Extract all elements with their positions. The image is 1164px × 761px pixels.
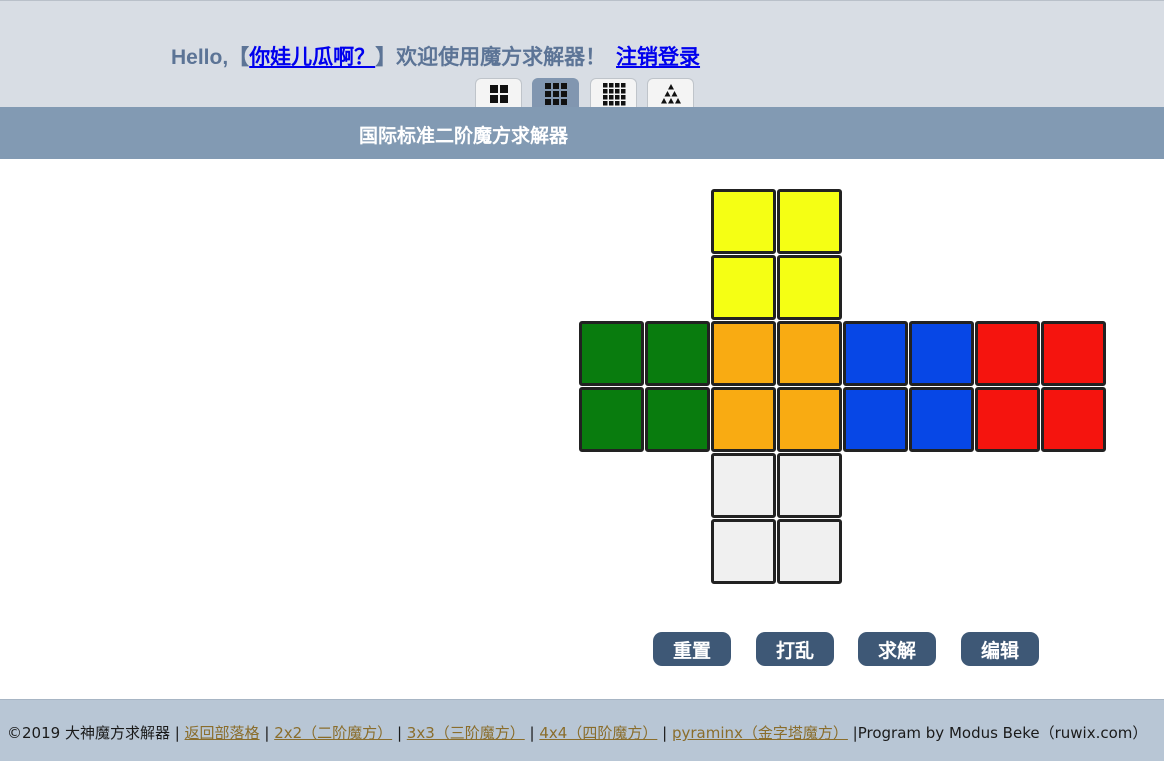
- greeting-line: Hello,【你娃儿瓜啊？】欢迎使用魔方求解器！ 注销登录: [171, 41, 700, 75]
- sticker-right-1[interactable]: [843, 321, 908, 386]
- sticker-back-3[interactable]: [975, 387, 1040, 452]
- grid-2x2-icon: [489, 84, 509, 104]
- top-header: Hello,【你娃儿瓜啊？】欢迎使用魔方求解器！ 注销登录: [0, 0, 1164, 108]
- sticker-right-2[interactable]: [909, 321, 974, 386]
- reset-button[interactable]: 重置: [653, 632, 731, 666]
- sticker-down-1[interactable]: [711, 453, 776, 518]
- sticker-front-3[interactable]: [711, 387, 776, 452]
- footer-separator: |: [264, 724, 270, 742]
- sticker-left-1[interactable]: [579, 321, 644, 386]
- sticker-back-1[interactable]: [975, 321, 1040, 386]
- sticker-front-2[interactable]: [777, 321, 842, 386]
- edit-button[interactable]: 编辑: [961, 632, 1039, 666]
- grid-3x3-icon: [544, 82, 568, 106]
- footer-separator: |: [662, 724, 668, 742]
- grid-4x4-icon: [602, 82, 626, 106]
- sticker-front-4[interactable]: [777, 387, 842, 452]
- sticker-down-4[interactable]: [777, 519, 842, 584]
- credit-text: |Program by Modus Beke（ruwix.com）: [852, 724, 1148, 742]
- sticker-left-4[interactable]: [645, 387, 710, 452]
- tab-2x2[interactable]: [475, 78, 522, 108]
- footer-link-pyraminx[interactable]: pyraminx（金字塔魔方）: [672, 724, 848, 742]
- footer: ©2019 大神魔方求解器 | 返回部落格 | 2x2（二阶魔方） | 3x3（…: [0, 699, 1164, 761]
- title-bar: 国际标准二阶魔方求解器: [0, 107, 1164, 159]
- tab-3x3[interactable]: [532, 78, 579, 108]
- tab-4x4[interactable]: [590, 78, 637, 108]
- sticker-back-2[interactable]: [1041, 321, 1106, 386]
- footer-link-4x4[interactable]: 4x4（四阶魔方）: [539, 724, 657, 742]
- logout-link[interactable]: 注销登录: [616, 46, 700, 69]
- greeting-suffix: 】欢迎使用魔方求解器！: [375, 46, 607, 69]
- solve-button[interactable]: 求解: [858, 632, 936, 666]
- footer-link-3x3[interactable]: 3x3（三阶魔方）: [407, 724, 525, 742]
- footer-link-2x2[interactable]: 2x2（二阶魔方）: [274, 724, 392, 742]
- sticker-up-2[interactable]: [777, 189, 842, 254]
- sticker-down-2[interactable]: [777, 453, 842, 518]
- footer-line: ©2019 大神魔方求解器 | 返回部落格 | 2x2（二阶魔方） | 3x3（…: [7, 722, 1147, 743]
- sticker-left-3[interactable]: [579, 387, 644, 452]
- scramble-button[interactable]: 打乱: [756, 632, 834, 666]
- copyright-text: ©2019 大神魔方求解器 |: [7, 724, 180, 742]
- sticker-up-4[interactable]: [777, 255, 842, 320]
- sticker-right-4[interactable]: [909, 387, 974, 452]
- sticker-down-3[interactable]: [711, 519, 776, 584]
- sticker-back-4[interactable]: [1041, 387, 1106, 452]
- tab-pyraminx[interactable]: [647, 78, 694, 108]
- greeting-prefix: Hello,【: [171, 46, 250, 69]
- sticker-right-3[interactable]: [843, 387, 908, 452]
- footer-separator: |: [396, 724, 402, 742]
- sticker-front-1[interactable]: [711, 321, 776, 386]
- footer-link-blog[interactable]: 返回部落格: [185, 724, 260, 742]
- page-title: 国际标准二阶魔方求解器: [359, 126, 569, 147]
- footer-separator: |: [529, 724, 535, 742]
- sticker-up-3[interactable]: [711, 255, 776, 320]
- username-link[interactable]: 你娃儿瓜啊？: [249, 46, 375, 69]
- sticker-up-1[interactable]: [711, 189, 776, 254]
- sticker-left-2[interactable]: [645, 321, 710, 386]
- pyramid-icon: [659, 83, 683, 105]
